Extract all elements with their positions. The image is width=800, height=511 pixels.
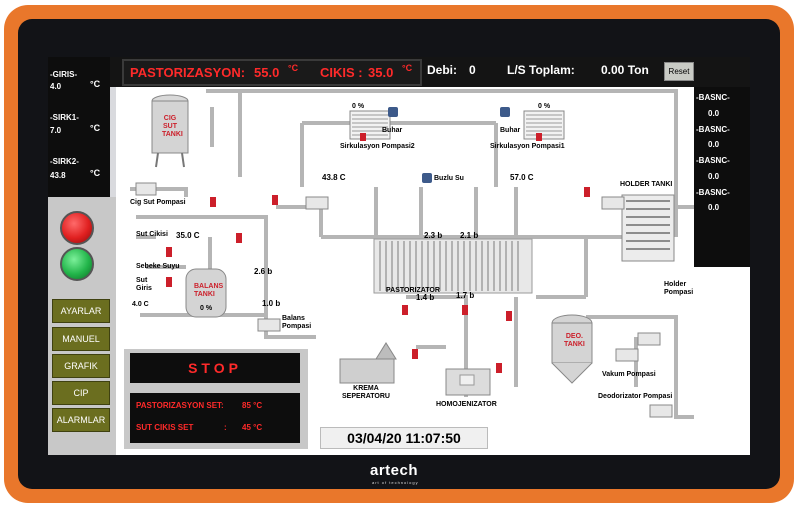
run-state-display: STOP [130,353,300,383]
raw-milk-pump-label: Cig Sut Pompasi [130,199,186,206]
milk-outlet-temp: 35.0 C [176,231,200,240]
outlet-label: CIKIS : [320,65,363,80]
steam-heat-exchanger-1 [523,110,565,140]
sensor-value-sirk1: 7.0 [50,126,62,135]
holder-tank-label: HOLDER TANKI [620,181,673,188]
milk-outlet-label: Sut Cikisi [136,231,168,238]
mains-water-label: Sebeke Suyu [136,263,180,270]
outlet-unit: °C [402,63,413,73]
graph-button[interactable]: GRAFIK [52,354,110,378]
steam-2-label: Buhar [500,127,521,134]
sensor-value-giris: 4.0 [50,82,62,91]
right-blank-area [694,267,750,455]
left-control-panel: AYARLAR MANUEL GRAFIK CIP ALARMLAR [48,197,116,455]
sensor-label-giris: -GIRIS- [50,70,78,79]
pressure-label-2: -BASNC- [696,125,730,134]
circulation-pump-2-label: Sirkulasyon Pompasi2 [340,143,415,150]
ice-water-label: Buzlu Su [434,175,464,182]
vacuum-pump-label: Vakum Pompasi [602,371,656,378]
sensor-label-sirk2: -SIRK2- [50,157,79,166]
pressure-label-4: -BASNC- [696,188,730,197]
sensor-unit-sirk1: °C [90,123,101,133]
top-status-bar: PASTORIZASYON: 55.0 °C CIKIS : 35.0 °C D… [48,57,750,87]
cream-separator-machine [339,342,397,384]
inlet-temp: 4.0 C [132,301,149,308]
flow-readout-box: Debi: 0 L/S Toplam: 0.00 Ton [423,59,663,82]
flow-label: Debi: [427,63,457,77]
total-value: 0.00 Ton [601,63,649,77]
device-logo: artech art of technology [0,458,800,488]
raw-milk-tank-label: CIG SUT TANKI [162,115,183,138]
milk-inlet-label: Sut Giris [136,277,152,292]
outlet-set-value: 45 °C [242,423,263,432]
setpoint-display: PASTORIZASYON SET: 85 °C SUT CIKIS SET :… [130,393,300,443]
pressure-1-4: 1.4 b [416,293,435,302]
sensor-unit-giris: °C [90,79,101,89]
alarm-lamp-red [60,211,94,245]
sensor-unit-sirk2: °C [90,168,101,178]
cip-button[interactable]: CIP [52,381,110,405]
temperature-readout-box: PASTORIZASYON: 55.0 °C CIKIS : 35.0 °C [122,59,422,86]
holder-pump-label: Holder Pompasi [664,281,694,296]
status-panel: STOP PASTORIZASYON SET: 85 °C SUT CIKIS … [124,349,308,449]
steam-2-pct: 0 % [538,103,551,110]
pressure-2-1: 2.1 b [460,231,479,240]
balance-tank-label: BALANS TANKI [194,283,224,298]
pressure-1-0: 1.0 b [262,299,281,308]
outlet-value: 35.0 [368,65,394,80]
brand-slogan: art of technology [372,480,419,485]
pressure-value-2: 0.0 [708,140,720,149]
outlet-set-separator: : [224,423,227,432]
past-set-label: PASTORIZASYON SET: [136,401,224,410]
pasteurization-value: 55.0 [254,65,280,80]
flow-value: 0 [469,63,476,77]
steam-heat-exchanger-2 [349,110,391,140]
pressure-value-1: 0.0 [708,109,720,118]
brand-name: artech [370,462,419,479]
alarms-button[interactable]: ALARMLAR [52,408,110,432]
pressure-2-6: 2.6 b [254,267,273,276]
steam-1-pct: 0 % [352,103,365,110]
outlet-set-label: SUT CIKIS SET [136,423,194,432]
pressure-value-4: 0.0 [708,203,720,212]
pasteurization-unit: °C [288,63,299,73]
deo-tank-label: DEO. TANKI [564,333,585,348]
homogenizer-label: HOMOJENIZATOR [436,401,497,408]
cream-separator-label: KREMA SEPERATORU [342,385,390,400]
deo-tank-vessel [551,314,593,384]
pressure-sensor-panel: -BASNC- 0.0 -BASNC- 0.0 -BASNC- 0.0 -BAS… [694,87,750,267]
pressure-label-1: -BASNC- [696,93,730,102]
past-set-value: 85 °C [242,401,263,410]
manual-button[interactable]: MANUEL [52,327,110,351]
hmi-screen: PASTORIZASYON: 55.0 °C CIKIS : 35.0 °C D… [48,57,750,455]
steam-1-label: Buhar [382,127,403,134]
pressure-2-3: 2.3 b [424,231,443,240]
deodorizer-pump-label: Deodorizator Pompasi [598,393,673,400]
holder-tank [621,194,675,262]
reset-button[interactable]: Reset [664,62,694,81]
datetime-display: 03/04/20 11:07:50 [320,427,488,449]
pressure-value-3: 0.0 [708,172,720,181]
sensor-value-sirk2: 43.8 [50,171,66,180]
circulation-1-temp: 57.0 C [510,173,534,182]
balance-tank-level: 0 % [200,305,213,312]
total-label: L/S Toplam: [507,63,575,77]
pressure-1-7: 1.7 b [456,291,475,300]
sensor-label-sirk1: -SIRK1- [50,113,79,122]
circulation-pump-1-label: Sirkulasyon Pompasi1 [490,143,565,150]
pasteurization-label: PASTORIZASYON: [130,65,246,80]
homogenizer-machine [445,368,491,396]
balance-pump-label: Balans Pompasi [282,315,312,330]
run-lamp-green [60,247,94,281]
settings-button[interactable]: AYARLAR [52,299,110,323]
circulation-2-temp: 43.8 C [322,173,346,182]
pressure-label-3: -BASNC- [696,156,730,165]
inlet-sensor-panel: -GIRIS- 4.0 °C -SIRK1- 7.0 °C -SIRK2- 43… [48,57,110,197]
